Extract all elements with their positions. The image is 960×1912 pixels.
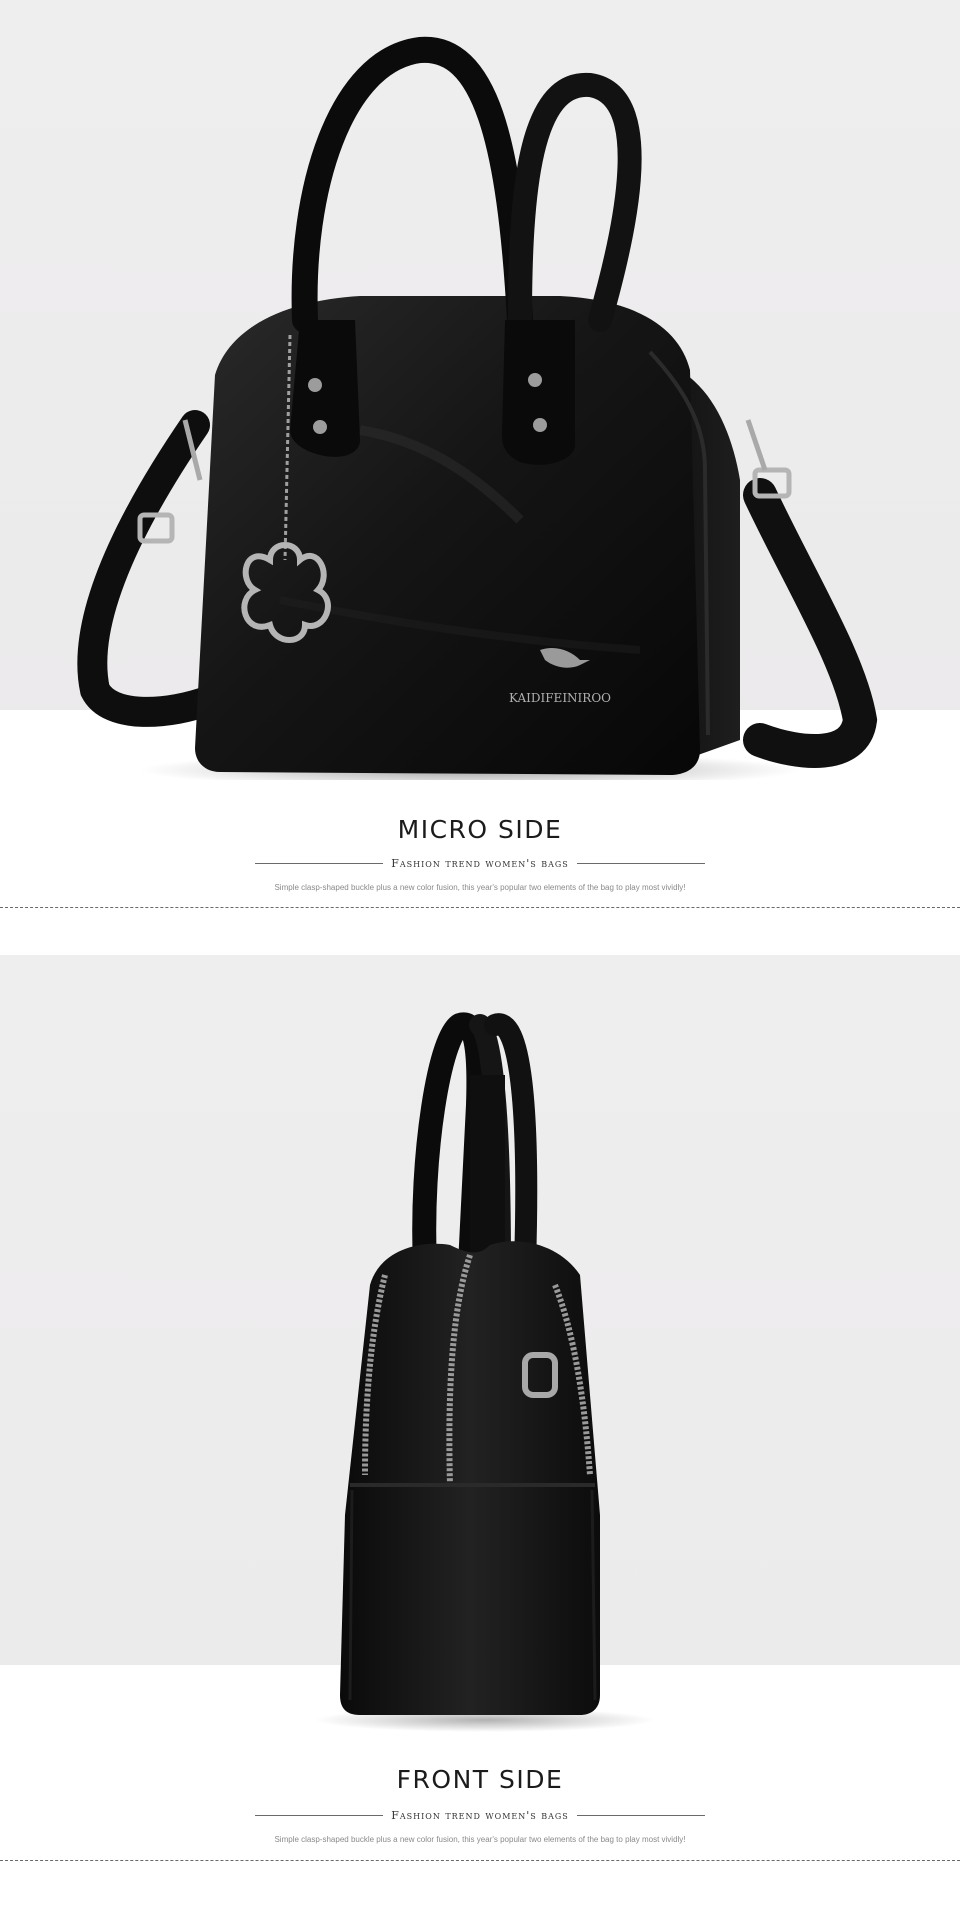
micro-side-subtitle-row: Fashion trend women's bags bbox=[255, 853, 706, 873]
brand-plate: KAIDIFEINIROO bbox=[509, 691, 611, 705]
front-side-title: FRONT SIDE bbox=[396, 1765, 564, 1794]
divider-line bbox=[255, 1814, 384, 1816]
front-side-section: FRONT SIDE Fashion trend women's bags Si… bbox=[0, 955, 960, 1912]
micro-side-caption: Simple clasp-shaped buckle plus a new co… bbox=[274, 883, 686, 892]
divider-line bbox=[576, 862, 706, 864]
micro-side-subtitle: Fashion trend women's bags bbox=[391, 856, 569, 870]
front-side-caption: Simple clasp-shaped buckle plus a new co… bbox=[274, 1835, 686, 1844]
micro-side-section: KAIDIFEINIROO MICRO SIDE Fashion trend w… bbox=[0, 0, 960, 930]
front-side-subtitle-row: Fashion trend women's bags bbox=[255, 1805, 706, 1825]
product-photo-side-profile bbox=[0, 955, 960, 1880]
product-photo-three-quarter: KAIDIFEINIROO bbox=[0, 0, 960, 780]
dashed-separator bbox=[0, 907, 960, 908]
divider-line bbox=[576, 1814, 706, 1816]
handbag-side-profile-image bbox=[315, 1012, 655, 1732]
handbag-three-quarter-image: KAIDIFEINIROO bbox=[77, 36, 878, 780]
micro-side-title: MICRO SIDE bbox=[397, 815, 563, 844]
divider-line bbox=[255, 862, 384, 864]
front-side-subtitle: Fashion trend women's bags bbox=[391, 1808, 569, 1822]
dashed-separator bbox=[0, 1860, 960, 1861]
